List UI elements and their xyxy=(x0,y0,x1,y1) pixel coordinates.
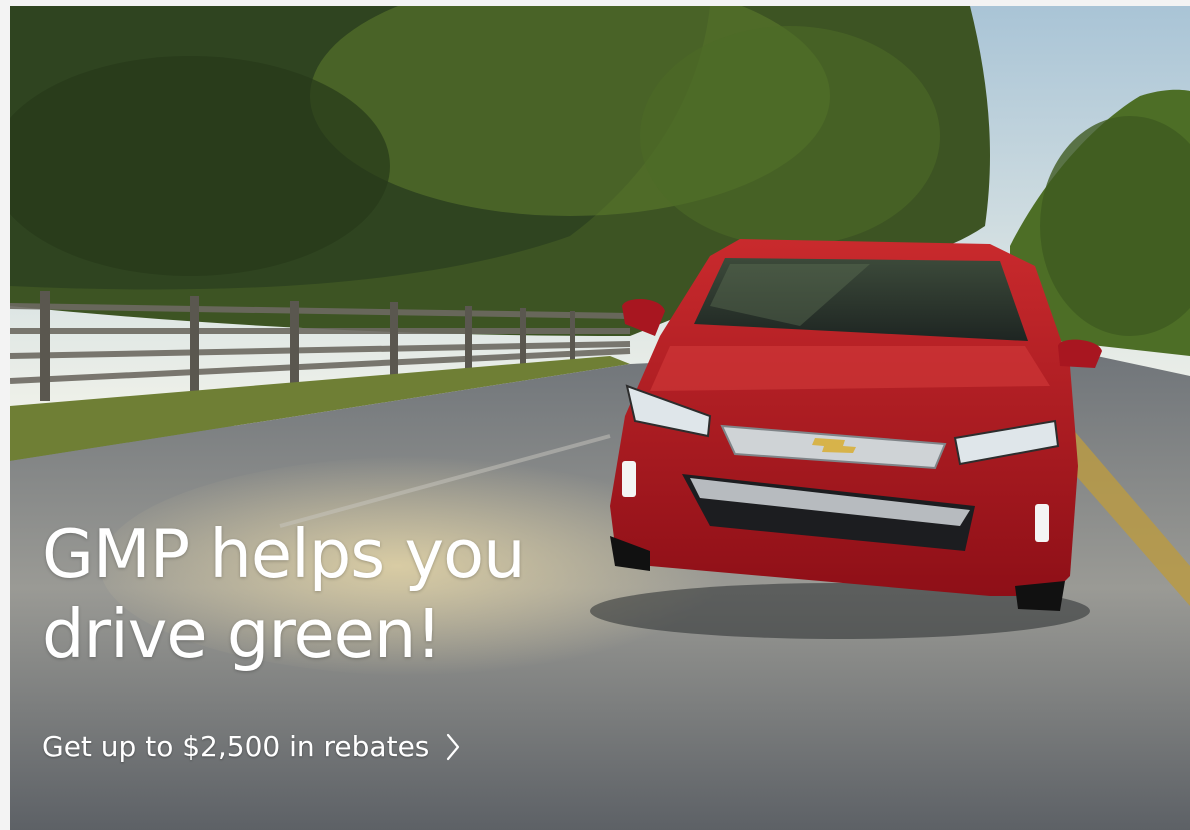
hero-image xyxy=(10,6,1190,830)
hero-headline: GMP helps you drive green! xyxy=(42,514,526,674)
rebates-link-label: Get up to $2,500 in rebates xyxy=(42,730,430,763)
rebates-link[interactable]: Get up to $2,500 in rebates xyxy=(42,730,461,763)
headline-line-1: GMP helps you xyxy=(42,515,526,593)
hero-banner[interactable]: GMP helps you drive green! Get up to $2,… xyxy=(10,6,1190,830)
headline-line-2: drive green! xyxy=(42,595,442,673)
chevron-right-icon xyxy=(447,733,460,760)
